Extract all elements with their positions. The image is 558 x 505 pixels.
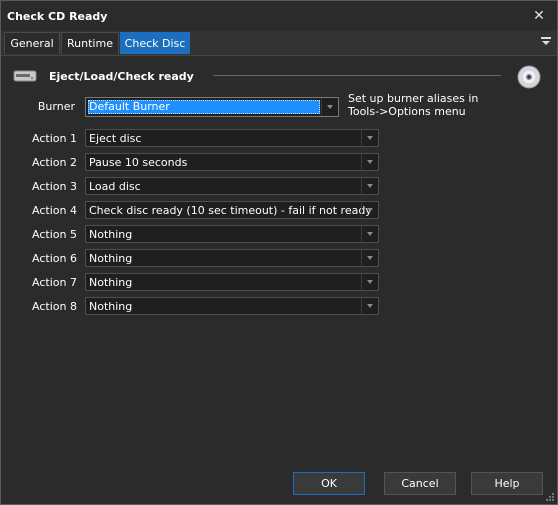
resize-grip-icon[interactable] (545, 492, 555, 502)
tab-label: Runtime (67, 37, 113, 50)
section-title: Eject/Load/Check ready (49, 70, 194, 83)
action-5-select[interactable]: Nothing (85, 225, 379, 243)
action-5-label: Action 5 (32, 228, 77, 241)
dropdown-button[interactable] (361, 250, 378, 266)
action-7-label: Action 7 (32, 276, 77, 289)
ok-button[interactable]: OK (293, 472, 365, 495)
action-1-value: Eject disc (89, 132, 142, 145)
dropdown-button[interactable] (321, 98, 338, 116)
action-4-label: Action 4 (32, 204, 77, 217)
dialog-window: Check CD Ready ✕ General Runtime Check D… (0, 0, 558, 505)
action-8-value: Nothing (89, 300, 133, 313)
chevron-down-icon (367, 256, 373, 260)
dropdown-button[interactable] (361, 226, 378, 242)
tab-check-disc[interactable]: Check Disc (120, 32, 190, 54)
dropdown-button[interactable] (361, 178, 378, 194)
burner-value: Default Burner (89, 100, 170, 113)
chevron-down-icon (367, 136, 373, 140)
close-icon[interactable]: ✕ (527, 5, 551, 27)
dropdown-button[interactable] (361, 154, 378, 170)
burner-label: Burner (37, 100, 75, 113)
burner-select[interactable]: Default Burner (85, 97, 339, 117)
tab-runtime[interactable]: Runtime (61, 32, 119, 54)
hamburger-icon[interactable] (539, 35, 553, 51)
window-title: Check CD Ready (7, 10, 108, 23)
tab-label: Check Disc (124, 37, 186, 50)
action-6-select[interactable]: Nothing (85, 249, 379, 267)
action-7-select[interactable]: Nothing (85, 273, 379, 291)
action-4-select[interactable]: Check disc ready (10 sec timeout) - fail… (85, 201, 379, 219)
action-3-select[interactable]: Load disc (85, 177, 379, 195)
disc-icon (517, 65, 541, 89)
dropdown-button[interactable] (361, 202, 378, 218)
drive-icon (13, 69, 37, 83)
help-button[interactable]: Help (471, 472, 543, 495)
action-7-value: Nothing (89, 276, 133, 289)
action-6-label: Action 6 (32, 252, 77, 265)
chevron-down-icon (367, 208, 373, 212)
chevron-down-icon (367, 184, 373, 188)
action-8-label: Action 8 (32, 300, 77, 313)
section-divider (213, 75, 501, 76)
action-3-label: Action 3 (32, 180, 77, 193)
chevron-down-icon (367, 304, 373, 308)
dropdown-button[interactable] (361, 130, 378, 146)
dropdown-button[interactable] (361, 274, 378, 290)
cancel-button[interactable]: Cancel (384, 472, 456, 495)
action-8-select[interactable]: Nothing (85, 297, 379, 315)
tab-general[interactable]: General (4, 32, 60, 54)
title-bar: Check CD Ready ✕ (1, 1, 557, 31)
action-2-select[interactable]: Pause 10 seconds (85, 153, 379, 171)
tab-label: General (10, 37, 54, 50)
burner-hint: Set up burner aliases in Tools->Options … (348, 92, 479, 118)
action-4-value: Check disc ready (10 sec timeout) - fail… (89, 204, 372, 217)
action-5-value: Nothing (89, 228, 133, 241)
tab-bar: General Runtime Check Disc (1, 31, 557, 56)
dropdown-button[interactable] (361, 298, 378, 314)
chevron-down-icon (367, 280, 373, 284)
chevron-down-icon (367, 232, 373, 236)
chevron-down-icon (327, 105, 333, 109)
action-1-select[interactable]: Eject disc (85, 129, 379, 147)
action-6-value: Nothing (89, 252, 133, 265)
action-2-label: Action 2 (32, 156, 77, 169)
action-2-value: Pause 10 seconds (89, 156, 188, 169)
chevron-down-icon (367, 160, 373, 164)
action-1-label: Action 1 (32, 132, 77, 145)
action-3-value: Load disc (89, 180, 141, 193)
